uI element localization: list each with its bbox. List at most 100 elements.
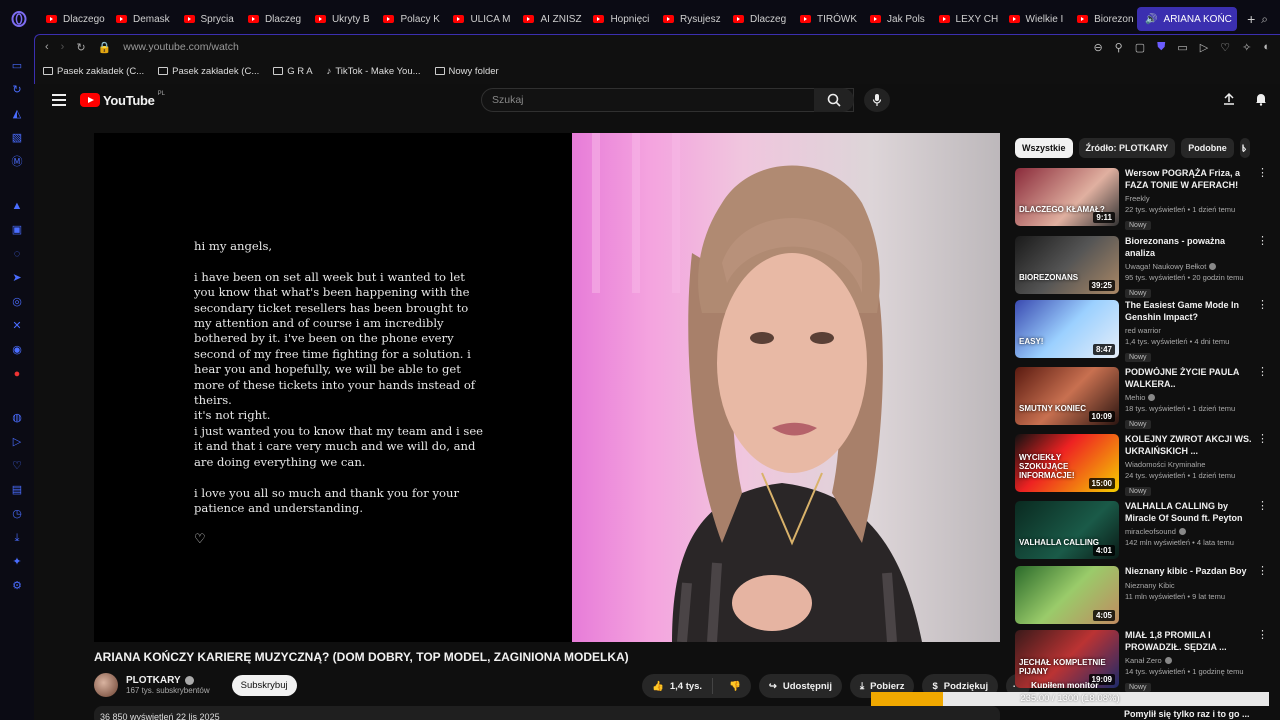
tab[interactable]: LEXY CH xyxy=(931,7,999,31)
sidebar-messenger-icon[interactable]: ◌ xyxy=(10,248,24,260)
sidebar-extensions-icon[interactable]: ✦ xyxy=(10,556,24,568)
share-button[interactable]: ↪ Udostępnij xyxy=(758,674,842,698)
video-description-box[interactable]: 36 850 wyświetleń 22 lis 2025 xyxy=(94,706,1000,720)
subscribe-button[interactable]: Subskrybuj xyxy=(231,674,297,696)
bookmark-item[interactable]: Pasek zakładek (C... xyxy=(158,66,259,77)
tab[interactable]: Dlaczeg xyxy=(725,7,790,31)
related-channel[interactable]: Wiadomości Kryminalne xyxy=(1125,460,1205,469)
pin-icon[interactable]: ⚲ xyxy=(1115,41,1123,54)
related-video-item[interactable]: SMUTNY KONIEC 10:09 PODWÓJNE ŻYCIE PAULA W… xyxy=(1015,367,1268,429)
opera-logo-icon[interactable] xyxy=(0,0,38,38)
sidebar-telegram-icon[interactable]: ➤ xyxy=(10,272,24,284)
related-video-item[interactable]: DLACZEGO KŁAMAŁ? 9:11 Wersow POGRĄŻA Friza… xyxy=(1015,168,1268,230)
play-icon[interactable]: ▷ xyxy=(1200,41,1208,54)
tab[interactable]: Ukryty B xyxy=(307,7,374,31)
sidebar-heart-icon[interactable]: ♡ xyxy=(10,460,24,472)
more-options-icon[interactable]: ⋮ xyxy=(1257,501,1268,512)
new-tab-button[interactable]: + xyxy=(1241,11,1261,27)
voice-search-button[interactable] xyxy=(864,88,890,112)
sidebar-robot-icon[interactable]: ◭ xyxy=(10,108,24,120)
related-video-item[interactable]: BIOREZONANS 39:25 Biorezonans - poważna an… xyxy=(1015,236,1268,298)
more-options-icon[interactable]: ⋮ xyxy=(1257,367,1268,378)
sidebar-m-icon[interactable]: Ⓜ xyxy=(10,156,24,168)
sidebar-wallet-icon[interactable]: ▤ xyxy=(10,484,24,496)
bookmark-item[interactable]: ♪ TikTok - Make You... xyxy=(327,66,421,77)
related-channel[interactable]: Nieznany Kibic xyxy=(1125,581,1175,590)
upload-icon[interactable] xyxy=(1222,92,1236,106)
tab[interactable]: Rysujesz xyxy=(655,7,723,31)
sidebar-history-icon[interactable]: ◷ xyxy=(10,508,24,520)
video-thumbnail[interactable]: JECHAŁ KOMPLETNIE PIJANY 19:09 Kupiłem mon… xyxy=(1015,630,1119,688)
more-options-icon[interactable]: ⋮ xyxy=(1257,566,1268,577)
sidebar-vk-icon[interactable]: ● xyxy=(10,368,24,380)
tab[interactable]: Polacy K xyxy=(375,7,443,31)
back-icon[interactable]: ‹ xyxy=(45,41,49,53)
sidebar-instagram-icon[interactable]: ◎ xyxy=(10,296,24,308)
sidebar-aria-icon[interactable]: ▲ xyxy=(10,200,24,212)
video-thumbnail[interactable]: EASY! 8:47 xyxy=(1015,300,1119,358)
tab[interactable]: Biorezon xyxy=(1069,7,1137,31)
video-thumbnail[interactable]: SMUTNY KONIEC 10:09 xyxy=(1015,367,1119,425)
related-video-item[interactable]: 4:05 Nieznany kibic - Pazdan Boy Nieznany … xyxy=(1015,566,1268,628)
video-thumbnail[interactable]: WYCIEKŁY SZOKUJĄCE INFORMACJE! 15:00 xyxy=(1015,434,1119,492)
search-tabs-icon[interactable]: ⌕ xyxy=(1261,12,1268,27)
tab[interactable]: Sprycia xyxy=(176,7,238,31)
tab[interactable]: ULICA M xyxy=(445,7,513,31)
search-input[interactable]: Szukaj xyxy=(481,88,854,112)
filter-chip[interactable]: Wszystkie xyxy=(1015,138,1073,158)
related-video-item[interactable]: JECHAŁ KOMPLETNIE PIJANY 19:09 Kupiłem mon… xyxy=(1015,630,1268,692)
youtube-logo[interactable]: YouTube PL xyxy=(80,91,165,108)
tab[interactable]: Dlaczeg xyxy=(240,7,305,31)
related-video-item[interactable]: VALHALLA CALLING 4:01 VALHALLA CALLING by … xyxy=(1015,501,1268,563)
sidebar-pencil-icon[interactable]: ▧ xyxy=(10,132,24,144)
bookmark-item[interactable]: G R A xyxy=(273,66,313,77)
sidebar-refresh-icon[interactable]: ↻ xyxy=(10,84,24,96)
hamburger-menu-icon[interactable] xyxy=(52,94,66,106)
filter-chip[interactable]: Źródło: PLOTKARY xyxy=(1078,138,1176,158)
tab[interactable]: Jak Pols xyxy=(862,7,929,31)
heart-icon[interactable]: ♡ xyxy=(1220,41,1230,54)
tab[interactable]: TIRÓWK xyxy=(792,7,860,31)
more-options-icon[interactable]: ⋮ xyxy=(1257,630,1268,641)
video-thumbnail[interactable]: 4:05 xyxy=(1015,566,1119,624)
related-channel[interactable]: Uwaga! Naukowy Bełkot xyxy=(1125,262,1206,271)
sidebar-discord-icon[interactable]: ◉ xyxy=(10,344,24,356)
sidebar-settings-icon[interactable]: ⚙ xyxy=(10,580,24,592)
related-channel[interactable]: Kanał Zero xyxy=(1125,656,1162,665)
video-thumbnail[interactable]: DLACZEGO KŁAMAŁ? 9:11 xyxy=(1015,168,1119,226)
sidebar-inbox-icon[interactable]: ▭ xyxy=(10,60,24,72)
reload-icon[interactable]: ↻ xyxy=(76,41,85,54)
channel-avatar[interactable] xyxy=(94,673,118,697)
chevron-right-icon[interactable]: › xyxy=(1242,140,1247,156)
tab[interactable]: Wielkie I xyxy=(1001,7,1068,31)
address-bar[interactable]: www.youtube.com/watch xyxy=(123,41,239,53)
channel-name[interactable]: PLOTKARY xyxy=(126,675,181,686)
more-options-icon[interactable]: ⋮ xyxy=(1257,168,1268,179)
zoom-icon[interactable]: ⊖ xyxy=(1093,41,1102,54)
sidebar-music-icon[interactable]: ◍ xyxy=(10,412,24,424)
video-thumbnail[interactable]: BIOREZONANS 39:25 xyxy=(1015,236,1119,294)
more-options-icon[interactable]: ⋮ xyxy=(1257,236,1268,247)
video-thumbnail[interactable]: VALHALLA CALLING 4:01 xyxy=(1015,501,1119,559)
search-button[interactable] xyxy=(814,88,854,112)
related-channel[interactable]: miracleofsound xyxy=(1125,527,1176,536)
related-channel[interactable]: Freekly xyxy=(1125,194,1150,203)
related-title-partial[interactable]: Pomylił się tylko raz i to go ... xyxy=(1124,709,1250,719)
snapshot-icon[interactable]: ▢ xyxy=(1135,41,1145,54)
sidebar-send-icon[interactable]: ▷ xyxy=(10,436,24,448)
forward-icon[interactable]: › xyxy=(61,41,65,53)
notifications-bell-icon[interactable] xyxy=(1254,92,1268,106)
tab[interactable]: AI ZNISZ xyxy=(515,7,583,31)
more-options-icon[interactable]: ⋮ xyxy=(1257,434,1268,445)
more-options-icon[interactable]: ⋮ xyxy=(1257,300,1268,311)
related-channel[interactable]: red warrior xyxy=(1125,326,1161,335)
related-channel[interactable]: Mehio xyxy=(1125,393,1145,402)
sidebar-download-icon[interactable]: ⤓ xyxy=(10,532,24,544)
related-video-item[interactable]: WYCIEKŁY SZOKUJĄCE INFORMACJE! 15:00 KOLEJ… xyxy=(1015,434,1268,496)
video-player[interactable]: hi my angels, i have been on set all wee… xyxy=(94,133,1000,642)
tab-active[interactable]: 🔊 ARIANA KOŃC xyxy=(1137,7,1238,31)
tab-icon[interactable]: ▭ xyxy=(1177,41,1187,54)
dislike-button[interactable]: 👎 xyxy=(719,681,751,692)
bookmark-item[interactable]: Nowy folder xyxy=(434,66,499,77)
related-video-item[interactable]: EASY! 8:47 The Easiest Game Mode In Genshi… xyxy=(1015,300,1268,362)
